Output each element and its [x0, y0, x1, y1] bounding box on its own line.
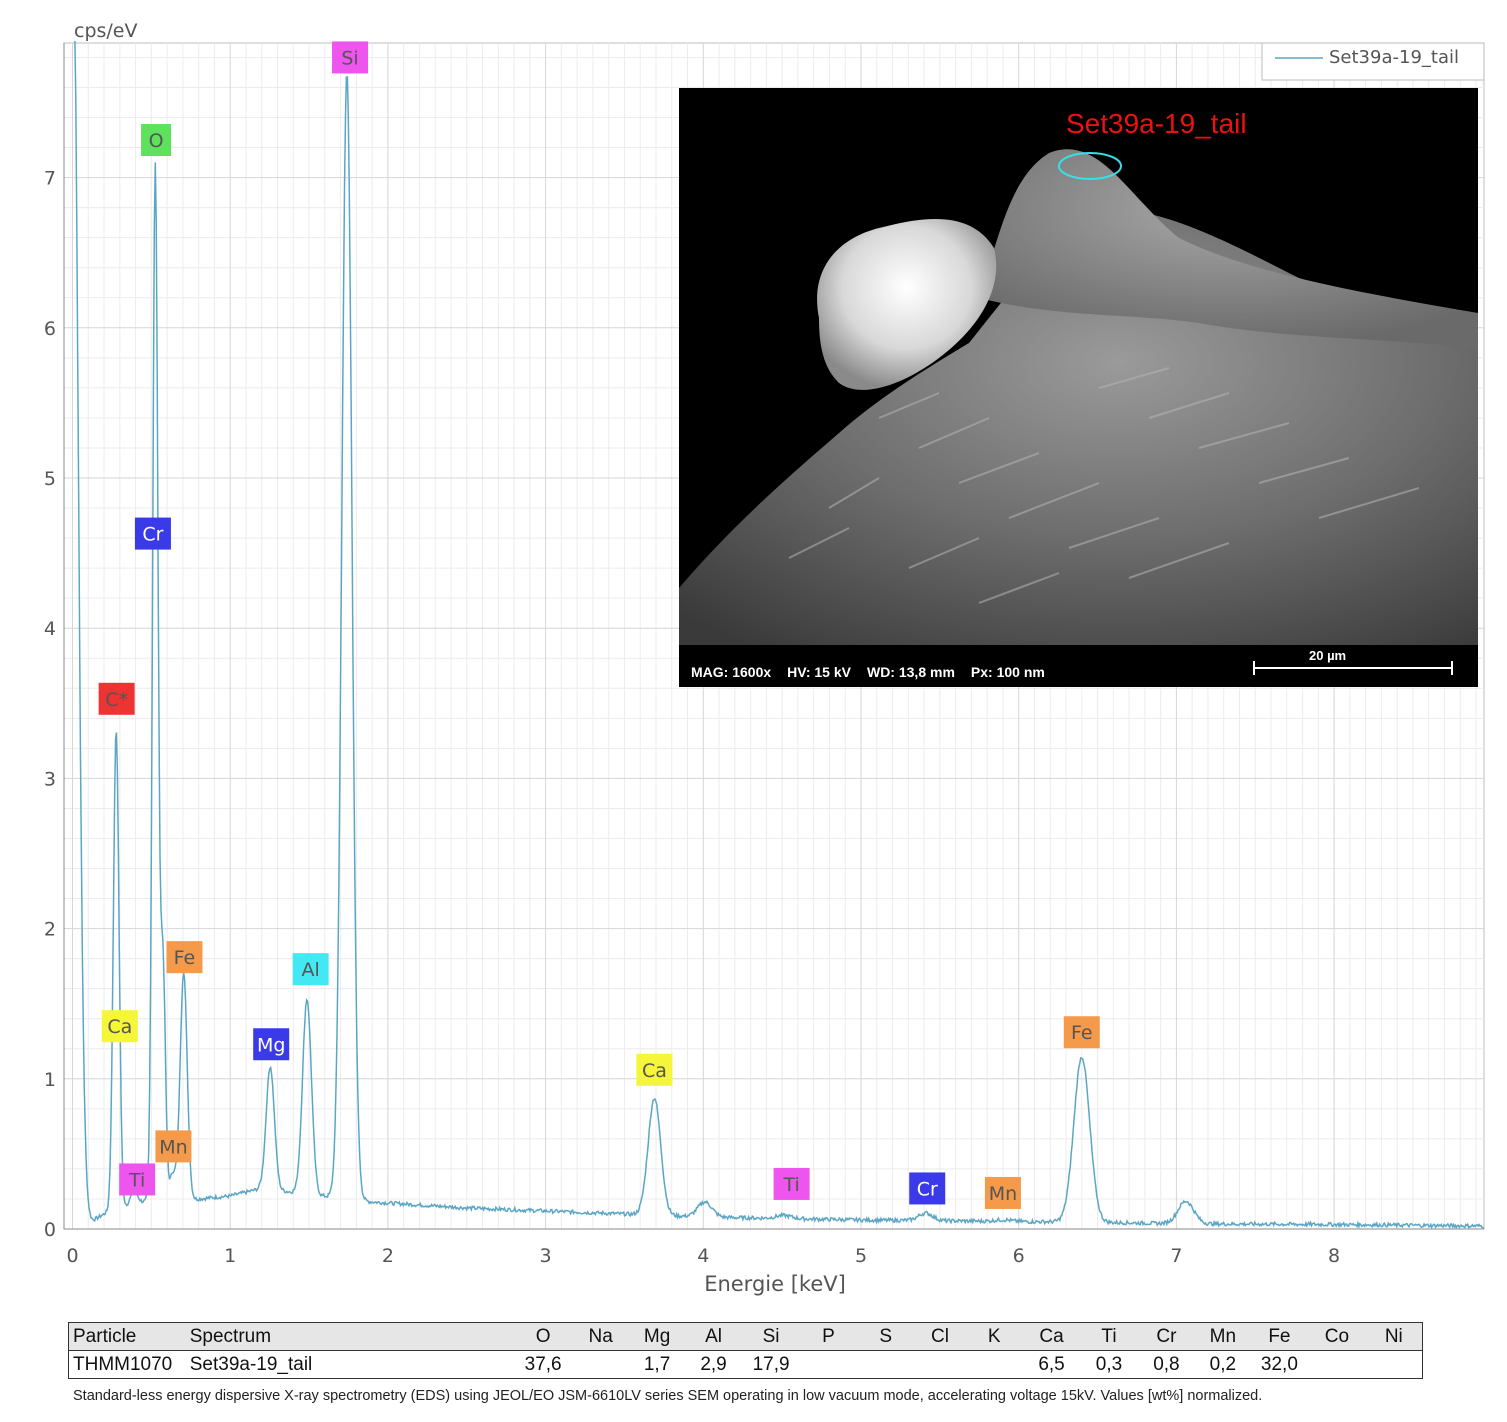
table-header-cell: Mn	[1195, 1323, 1251, 1351]
table-row: THMM1070 Set39a-19_tail 37,6 1,7 2,9 17,…	[69, 1350, 1422, 1378]
table-header-cell: Na	[571, 1323, 630, 1351]
table-header-cell: K	[965, 1323, 1023, 1351]
table-cell: 0,8	[1137, 1350, 1196, 1378]
table-header-cell: P	[799, 1323, 858, 1351]
peak-label-cr: Cr	[917, 1178, 938, 1200]
peak-label-al: Al	[301, 959, 319, 981]
table-cell: 2,9	[684, 1350, 743, 1378]
peak-label-ti: Ti	[782, 1174, 799, 1196]
table-cell	[1308, 1350, 1366, 1378]
sem-spectrum-label: Set39a-19_tail	[1066, 108, 1247, 139]
table-header-cell: O	[514, 1323, 572, 1351]
x-tick-label: 0	[66, 1245, 78, 1267]
table-header-cell: Al	[684, 1323, 743, 1351]
table-cell: 17,9	[742, 1350, 800, 1378]
peak-label-ca: Ca	[642, 1060, 667, 1082]
table-cell	[799, 1350, 858, 1378]
table-cell	[1365, 1350, 1422, 1378]
table-header-row: Particle Spectrum O Na Mg Al Si P S Cl K…	[69, 1323, 1422, 1351]
figure-caption: Standard-less energy dispersive X-ray sp…	[73, 1388, 1263, 1404]
y-axis-label: cps/eV	[74, 20, 138, 42]
x-tick-label: 5	[855, 1245, 867, 1267]
peak-label-ca: Ca	[107, 1016, 132, 1038]
x-tick-label: 6	[1013, 1245, 1025, 1267]
table-header-cell: Cr	[1137, 1323, 1196, 1351]
x-tick-label: 3	[540, 1245, 552, 1267]
table-cell: Set39a-19_tail	[186, 1350, 515, 1378]
y-tick-label: 2	[44, 919, 56, 941]
sem-mag: MAG: 1600x	[691, 664, 772, 680]
table-header-cell: Particle	[69, 1323, 187, 1351]
peak-label-fe: Fe	[1071, 1022, 1093, 1044]
sem-image	[679, 149, 1478, 645]
legend: Set39a-19_tail	[1261, 42, 1485, 81]
peak-label-ti: Ti	[128, 1169, 145, 1191]
x-tick-label: 2	[382, 1245, 394, 1267]
y-tick-label: 5	[44, 468, 56, 490]
sem-hv: HV: 15 kV	[787, 664, 851, 680]
y-tick-label: 4	[44, 618, 56, 640]
sem-info-bar: MAG: 1600x HV: 15 kV WD: 13,8 mm Px: 100 nm…	[679, 645, 1478, 687]
peak-label-si: Si	[341, 47, 358, 69]
table-cell	[571, 1350, 630, 1378]
table-cell: 37,6	[514, 1350, 572, 1378]
y-tick-label: 7	[44, 168, 56, 190]
table-cell: 1,7	[629, 1350, 685, 1378]
table-header-cell: Spectrum	[186, 1323, 515, 1351]
table-header-cell: Co	[1308, 1323, 1366, 1351]
sem-px: Px: 100 nm	[970, 664, 1045, 680]
table-header-cell: Fe	[1250, 1323, 1309, 1351]
sem-micrograph: Set39a-19_tail MAG: 1600x HV: 15 kV WD: 13…	[679, 88, 1478, 687]
table-cell	[857, 1350, 915, 1378]
table-cell	[914, 1350, 966, 1378]
x-tick-label: 1	[224, 1245, 236, 1267]
table-cell: 0,3	[1080, 1350, 1138, 1378]
sem-scale-label: 20 µm	[1309, 648, 1347, 663]
peak-label-fe: Fe	[174, 947, 196, 969]
sem-wd: WD: 13,8 mm	[866, 664, 955, 680]
x-tick-label: 4	[697, 1245, 709, 1267]
table-cell: 32,0	[1250, 1350, 1309, 1378]
peak-label-c-star: C*	[105, 689, 128, 711]
table-header-cell: Ni	[1365, 1323, 1422, 1351]
table-header-cell: Ti	[1080, 1323, 1138, 1351]
table-header-cell: Si	[742, 1323, 800, 1351]
composition-table: Particle Spectrum O Na Mg Al Si P S Cl K…	[68, 1322, 1423, 1379]
x-tick-labels: 0 1 2 3 4 5 6 7 8	[66, 1245, 1340, 1267]
peak-label-mg: Mg	[257, 1034, 285, 1056]
peak-label-o: O	[149, 130, 164, 152]
x-axis-label: Energie [keV]	[704, 1272, 846, 1296]
table-cell: THMM1070	[69, 1350, 187, 1378]
x-tick-label: 8	[1328, 1245, 1340, 1267]
table-header-cell: Mg	[629, 1323, 685, 1351]
peak-label-cr: Cr	[142, 524, 163, 546]
sem-scale-bar	[1253, 661, 1453, 675]
y-tick-labels: 0 1 2 3 4 5 6 7	[44, 168, 56, 1241]
x-tick-label: 7	[1170, 1245, 1182, 1267]
table-cell: 0,2	[1195, 1350, 1251, 1378]
table-cell	[965, 1350, 1023, 1378]
table-cell: 6,5	[1022, 1350, 1081, 1378]
y-tick-label: 3	[44, 768, 56, 790]
table-header-cell: Cl	[914, 1323, 966, 1351]
peak-label-mn: Mn	[989, 1183, 1017, 1205]
legend-series-name: Set39a-19_tail	[1329, 47, 1459, 68]
sem-parameters: MAG: 1600x HV: 15 kV WD: 13,8 mm Px: 100 nm	[691, 664, 1061, 680]
peak-label-mn: Mn	[159, 1136, 187, 1158]
y-tick-label: 1	[44, 1069, 56, 1091]
table-header-cell: S	[857, 1323, 915, 1351]
y-tick-label: 6	[44, 318, 56, 340]
table-header-cell: Ca	[1022, 1323, 1081, 1351]
y-tick-label: 0	[44, 1219, 56, 1241]
